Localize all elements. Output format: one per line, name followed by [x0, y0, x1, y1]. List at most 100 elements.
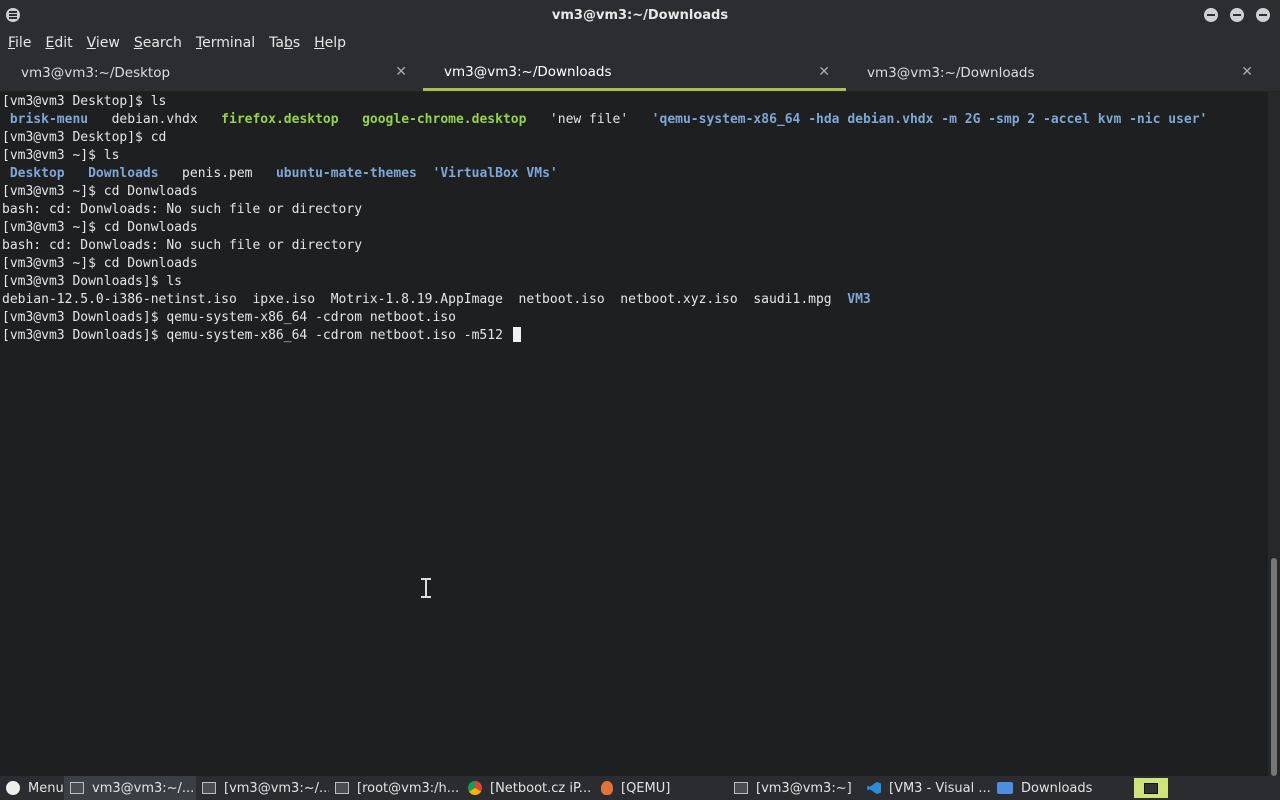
minimize-icon[interactable] [1204, 8, 1218, 22]
terminal-text: [vm3@vm3 Desktop]$ ls [2, 94, 167, 109]
terminal-line: brisk-menu debian.vhdx firefox.desktop g… [2, 111, 1268, 129]
terminal-text: debian-12.5.0-i386-netinst.iso ipxe.iso … [2, 292, 848, 307]
menu-tabs[interactable]: Tabs [269, 35, 300, 51]
qemu-icon [601, 781, 613, 795]
menu-terminal[interactable]: Terminal [196, 35, 255, 51]
terminal-line: [vm3@vm3 Desktop]$ cd [2, 129, 1268, 147]
terminal-line: bash: cd: Donwloads: No such file or dir… [2, 201, 1268, 219]
terminal-line: Desktop Downloads penis.pem ubuntu-mate-… [2, 165, 1268, 183]
terminal-icon [70, 782, 84, 794]
terminal-text: bash: cd: Donwloads: No such file or dir… [2, 202, 363, 217]
terminal-text: debian.vhdx [88, 112, 222, 127]
taskbar-item-label: Downloads [1021, 780, 1093, 796]
taskbar-item-label: [Netboot.cz iP... [490, 780, 592, 796]
taskbar-item[interactable]: [Netboot.cz iP... [462, 776, 595, 800]
terminal-line: [vm3@vm3 ~]$ ls [2, 147, 1268, 165]
terminal-line: debian-12.5.0-i386-netinst.iso ipxe.iso … [2, 291, 1268, 309]
terminal-text: [vm3@vm3 Downloads]$ qemu-system-x86_64 … [2, 310, 456, 325]
maximize-icon[interactable] [1230, 8, 1244, 22]
terminal-line: [vm3@vm3 ~]$ cd Downloads [2, 255, 1268, 273]
show-desktop-button[interactable] [1134, 778, 1168, 798]
taskbar-item[interactable]: [root@vm3:/h... [329, 776, 462, 800]
terminal-line: [vm3@vm3 ~]$ cd Donwloads [2, 183, 1268, 201]
terminal-text: penis.pem [158, 166, 276, 181]
tab-2[interactable]: vm3@vm3:~/Downloads ✕ [423, 55, 846, 91]
terminal-output[interactable]: [vm3@vm3 Desktop]$ ls brisk-menu debian.… [0, 92, 1268, 776]
taskbar-item-label: [vm3@vm3:~] [756, 780, 852, 796]
terminal-icon [734, 782, 748, 794]
terminal-line: [vm3@vm3 Downloads]$ qemu-system-x86_64 … [2, 327, 1268, 345]
taskbar-item[interactable]: [QEMU] [595, 776, 728, 800]
taskbar-item-label: vm3@vm3:~/... [92, 780, 195, 796]
terminal-text: 'new file' [526, 112, 652, 127]
menu-edit[interactable]: Edit [45, 35, 72, 51]
window-controls [1204, 8, 1270, 22]
terminal-tray-icon [1144, 782, 1158, 794]
executable-name: firefox.desktop [221, 112, 339, 127]
directory-name: ubuntu-mate-themes [275, 166, 417, 181]
window-title: vm3@vm3:~/Downloads [551, 7, 729, 23]
terminal-text: [vm3@vm3 ~]$ cd Downloads [2, 256, 198, 271]
executable-name: google-chrome.desktop [362, 112, 527, 127]
start-menu-button[interactable]: Menu [0, 776, 64, 800]
taskbar-item[interactable]: [vm3@vm3:~] [728, 776, 861, 800]
terminal-text: [vm3@vm3 ~]$ cd Donwloads [2, 184, 198, 199]
tab-close-icon[interactable]: ✕ [1241, 64, 1253, 80]
directory-name: 'qemu-system-x86_64 -hda debian.vhdx -m … [651, 112, 1208, 127]
chrome-icon [468, 781, 482, 795]
menu-view[interactable]: View [87, 35, 120, 51]
tab-1[interactable]: vm3@vm3:~/Desktop ✕ [0, 55, 423, 91]
menu-bar: File Edit View Search Terminal Tabs Help [0, 30, 1280, 55]
menu-file[interactable]: File [8, 35, 31, 51]
terminal-cursor [512, 327, 521, 342]
taskbar: Menu vm3@vm3:~/... [vm3@vm3:~/... [root@vm3… [0, 776, 1280, 800]
terminal-text: bash: cd: Donwloads: No such file or dir… [2, 238, 363, 253]
folder-icon [997, 782, 1013, 794]
tab-label: vm3@vm3:~/Downloads [444, 63, 612, 80]
vscode-icon [867, 782, 881, 794]
tab-close-icon[interactable]: ✕ [818, 64, 830, 80]
window-titlebar[interactable]: vm3@vm3:~/Downloads [0, 0, 1280, 30]
terminal-line: bash: cd: Donwloads: No such file or dir… [2, 237, 1268, 255]
gnome-foot-icon [6, 781, 20, 795]
terminal-icon [335, 782, 349, 794]
directory-name: VM3 [847, 292, 871, 307]
taskbar-item-label: [root@vm3:/h... [357, 780, 460, 796]
terminal-line: [vm3@vm3 Downloads]$ qemu-system-x86_64 … [2, 309, 1268, 327]
terminal-text: [vm3@vm3 ~]$ cd Donwloads [2, 220, 198, 235]
window-menu-icon[interactable] [6, 8, 20, 22]
taskbar-item[interactable]: [vm3@vm3:~/... [196, 776, 329, 800]
directory-name: Desktop [9, 166, 65, 181]
directory-name: brisk-menu [9, 112, 89, 127]
taskbar-item[interactable]: [VM3 - Visual ... [861, 776, 991, 800]
taskbar-item[interactable]: vm3@vm3:~/... [64, 776, 196, 800]
terminal-line: [vm3@vm3 Desktop]$ ls [2, 93, 1268, 111]
menu-help[interactable]: Help [314, 35, 346, 51]
directory-name: Downloads [88, 166, 159, 181]
text-cursor-icon [421, 578, 431, 598]
taskbar-item[interactable]: Downloads [991, 776, 1121, 800]
taskbar-item-label: Menu [28, 780, 64, 796]
directory-name: 'VirtualBox VMs' [432, 166, 558, 181]
terminal-line: [vm3@vm3 Downloads]$ ls [2, 273, 1268, 291]
terminal-scrollbar[interactable] [1268, 92, 1280, 776]
terminal-icon [202, 782, 216, 794]
terminal-line: [vm3@vm3 ~]$ cd Donwloads [2, 219, 1268, 237]
tab-close-icon[interactable]: ✕ [395, 64, 407, 80]
taskbar-item-label: [QEMU] [621, 780, 671, 796]
tab-3[interactable]: vm3@vm3:~/Downloads ✕ [846, 55, 1269, 91]
terminal-text: [vm3@vm3 ~]$ ls [2, 148, 120, 163]
scrollbar-thumb[interactable] [1271, 558, 1277, 776]
terminal-text: [vm3@vm3 Downloads]$ ls [2, 274, 183, 289]
close-window-icon[interactable] [1256, 8, 1270, 22]
terminal-text: [vm3@vm3 Downloads]$ qemu-system-x86_64 … [2, 328, 511, 343]
menu-search[interactable]: Search [134, 35, 182, 51]
tab-label: vm3@vm3:~/Desktop [21, 65, 171, 81]
taskbar-item-label: [vm3@vm3:~/... [224, 780, 329, 796]
terminal-text: [vm3@vm3 Desktop]$ cd [2, 130, 167, 145]
